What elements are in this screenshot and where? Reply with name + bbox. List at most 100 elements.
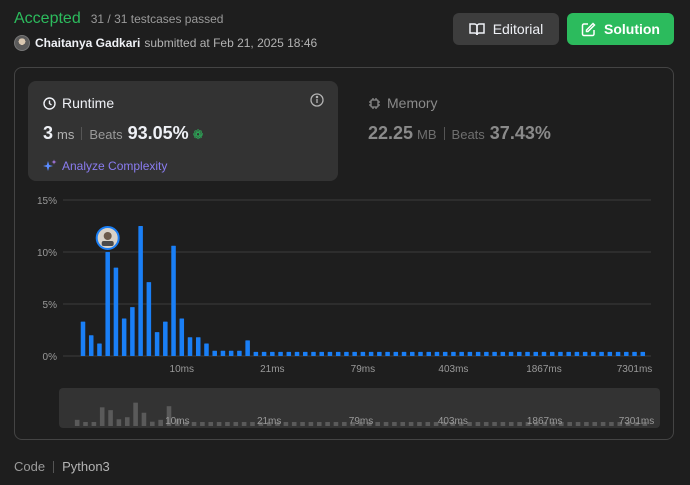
chart-bar[interactable] bbox=[442, 351, 448, 356]
chart-bar[interactable] bbox=[88, 335, 94, 356]
chart-bar[interactable] bbox=[385, 351, 390, 356]
memory-panel[interactable]: Memory 22.25 MB Beats 37.43% bbox=[353, 81, 653, 181]
chart-bar[interactable] bbox=[360, 351, 366, 356]
user-name-link[interactable]: Chaitanya Gadkari bbox=[35, 36, 140, 50]
testcases-count: 31 / 31 testcases passed bbox=[90, 12, 224, 26]
chart-bar[interactable] bbox=[599, 351, 604, 356]
minimap-tick-label: 21ms bbox=[257, 416, 281, 427]
minimap-bar bbox=[83, 422, 88, 426]
chart-bar[interactable] bbox=[113, 267, 119, 356]
chart-bar[interactable] bbox=[212, 350, 217, 356]
y-tick-label: 15% bbox=[37, 196, 57, 207]
chart-bar[interactable] bbox=[591, 351, 596, 356]
runtime-distribution-chart[interactable]: 15% 10% 5% 0% 10ms 21ms 79ms 403ms 1867ms 7301ms bbox=[15, 188, 675, 378]
analyze-complexity-link[interactable]: Analyze Complexity bbox=[43, 159, 167, 173]
chart-bar[interactable] bbox=[525, 351, 530, 356]
chart-bar[interactable] bbox=[121, 318, 127, 356]
chart-bar[interactable] bbox=[517, 351, 522, 356]
chart-bar[interactable] bbox=[434, 351, 440, 356]
chart-bar[interactable] bbox=[393, 351, 399, 356]
divider bbox=[443, 127, 445, 140]
memory-value: 22.25 bbox=[368, 123, 414, 143]
chart-bar[interactable] bbox=[624, 351, 629, 356]
chart-bar[interactable] bbox=[138, 226, 143, 356]
minimap-bar bbox=[208, 422, 214, 426]
chart-bar[interactable] bbox=[467, 351, 473, 356]
avatar-body bbox=[101, 241, 114, 246]
minimap-bar bbox=[133, 402, 138, 426]
minimap-bar bbox=[567, 422, 572, 426]
runtime-panel[interactable]: Runtime 3 ms Beats 93.05% ❁ Analyze Comp… bbox=[28, 81, 338, 181]
chart-bar[interactable] bbox=[582, 351, 588, 356]
chart-bar[interactable] bbox=[475, 351, 481, 356]
chart-bar[interactable] bbox=[451, 351, 456, 356]
chart-bar[interactable] bbox=[105, 252, 110, 356]
runtime-title-label: Runtime bbox=[62, 95, 115, 111]
chart-bar[interactable] bbox=[97, 343, 102, 356]
chart-bar[interactable] bbox=[154, 332, 160, 356]
sparkle-icon bbox=[43, 159, 57, 171]
minimap-bar bbox=[74, 419, 80, 426]
chart-bar[interactable] bbox=[179, 318, 185, 356]
chart-bar[interactable] bbox=[500, 351, 506, 356]
chart-bar[interactable] bbox=[632, 351, 637, 356]
chart-bar[interactable] bbox=[204, 343, 209, 356]
chart-bar[interactable] bbox=[410, 351, 415, 356]
chart-bar[interactable] bbox=[426, 351, 432, 356]
chart-bar[interactable] bbox=[459, 351, 464, 356]
chart-bar[interactable] bbox=[484, 351, 489, 356]
chart-bar[interactable] bbox=[549, 351, 555, 356]
chart-bar[interactable] bbox=[492, 351, 497, 356]
x-tick-label: 7301ms bbox=[617, 364, 653, 375]
chart-bar[interactable] bbox=[368, 351, 374, 356]
avatar[interactable] bbox=[14, 35, 30, 51]
minimap-bar bbox=[400, 422, 406, 426]
chart-bar[interactable] bbox=[294, 351, 300, 356]
editorial-label: Editorial bbox=[492, 21, 544, 37]
chart-bar[interactable] bbox=[130, 307, 135, 356]
chart-bar[interactable] bbox=[171, 245, 176, 356]
chart-bar[interactable] bbox=[615, 351, 621, 356]
info-icon[interactable] bbox=[310, 93, 324, 107]
chart-bar[interactable] bbox=[558, 351, 563, 356]
chart-bar[interactable] bbox=[146, 282, 152, 356]
minimap-bar bbox=[342, 422, 347, 426]
chart-bar[interactable] bbox=[311, 351, 316, 356]
chart-bar[interactable] bbox=[302, 351, 308, 356]
chart-range-slider[interactable]: 10ms 21ms 79ms 403ms 1867ms 7301ms bbox=[59, 388, 660, 428]
chart-bar[interactable] bbox=[327, 351, 333, 356]
runtime-metric-row: 3 ms Beats 93.05% ❁ bbox=[43, 123, 204, 144]
chart-bar[interactable] bbox=[566, 351, 571, 356]
chart-bar[interactable] bbox=[401, 351, 407, 356]
chart-bar[interactable] bbox=[640, 351, 646, 356]
chart-bar[interactable] bbox=[286, 351, 292, 356]
chart-bar[interactable] bbox=[253, 351, 259, 356]
chart-bar[interactable] bbox=[163, 321, 168, 356]
chart-bar[interactable] bbox=[344, 351, 349, 356]
chart-bar[interactable] bbox=[533, 351, 539, 356]
chart-bar[interactable] bbox=[335, 351, 341, 356]
chart-bar[interactable] bbox=[245, 340, 250, 356]
chart-bar[interactable] bbox=[607, 351, 613, 356]
chart-bar[interactable] bbox=[237, 350, 242, 356]
chart-bar[interactable] bbox=[352, 351, 357, 356]
chart-bar[interactable] bbox=[228, 350, 234, 356]
minimap-bar bbox=[99, 407, 105, 426]
chart-bar[interactable] bbox=[319, 351, 324, 356]
chart-bar[interactable] bbox=[278, 351, 283, 356]
chart-bar[interactable] bbox=[80, 321, 86, 356]
chart-bar[interactable] bbox=[220, 350, 226, 356]
chart-bar[interactable] bbox=[195, 337, 201, 356]
chart-bar[interactable] bbox=[377, 351, 382, 356]
chart-bar[interactable] bbox=[418, 351, 423, 356]
chart-bar[interactable] bbox=[270, 351, 275, 356]
editorial-button[interactable]: Editorial bbox=[453, 13, 559, 45]
chart-bar[interactable] bbox=[508, 351, 514, 356]
chart-bar[interactable] bbox=[261, 351, 267, 356]
chart-bar[interactable] bbox=[187, 337, 193, 356]
solution-button[interactable]: Solution bbox=[567, 13, 674, 45]
chart-bar[interactable] bbox=[574, 351, 580, 356]
minimap-bar bbox=[475, 422, 481, 426]
status-row: Accepted 31 / 31 testcases passed bbox=[14, 10, 223, 28]
chart-bar[interactable] bbox=[541, 351, 547, 356]
